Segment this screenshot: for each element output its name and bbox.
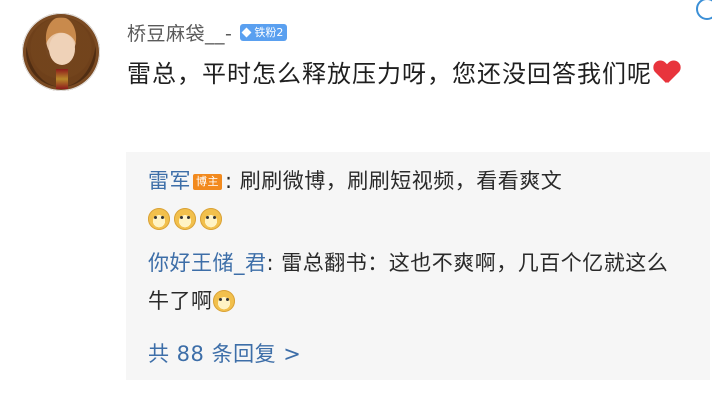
- avatar-tie: [56, 69, 68, 89]
- doge-icon: [200, 208, 222, 230]
- doge-icon: [212, 290, 235, 312]
- username[interactable]: 桥豆麻袋__-: [127, 19, 232, 46]
- comment-body: 雷总，平时怎么释放压力呀，您还没回答我们呢: [127, 60, 652, 88]
- avatar[interactable]: [22, 13, 100, 91]
- reply-item[interactable]: 雷军 博主: 刷刷微博，刷刷短视频，看看爽文: [148, 162, 688, 238]
- reply-author[interactable]: 你好王储_君: [148, 251, 267, 275]
- fan-badge-label: 铁粉2: [254, 26, 284, 39]
- more-replies-link[interactable]: 共 88 条回复 >: [148, 338, 301, 368]
- doge-icon: [174, 208, 196, 230]
- comment-text: 雷总，平时怎么释放压力呀，您还没回答我们呢: [127, 54, 707, 94]
- corner-circle-icon: [696, 0, 712, 20]
- diamond-icon: [241, 27, 252, 37]
- comment-header: 桥豆麻袋__- 铁粉2: [127, 18, 288, 46]
- fan-badge[interactable]: 铁粉2: [240, 23, 288, 41]
- reply-author[interactable]: 雷军: [148, 169, 191, 193]
- blogger-badge: 博主: [193, 174, 222, 190]
- red-heart-icon: [654, 61, 680, 85]
- avatar-face: [49, 33, 75, 65]
- reply-text: : 刷刷微博，刷刷短视频，看看爽文: [225, 169, 563, 193]
- comment-card: 桥豆麻袋__- 铁粉2 雷总，平时怎么释放压力呀，您还没回答我们呢 雷军 博主: …: [0, 0, 712, 412]
- reply-item[interactable]: 你好王储_君: 雷总翻书：这也不爽啊，几百个亿就这么牛了啊: [148, 244, 688, 320]
- doge-icon: [148, 208, 170, 230]
- reply-thread: 雷军 博主: 刷刷微博，刷刷短视频，看看爽文 你好王储_君: 雷总翻书：这也不爽啊…: [126, 152, 710, 380]
